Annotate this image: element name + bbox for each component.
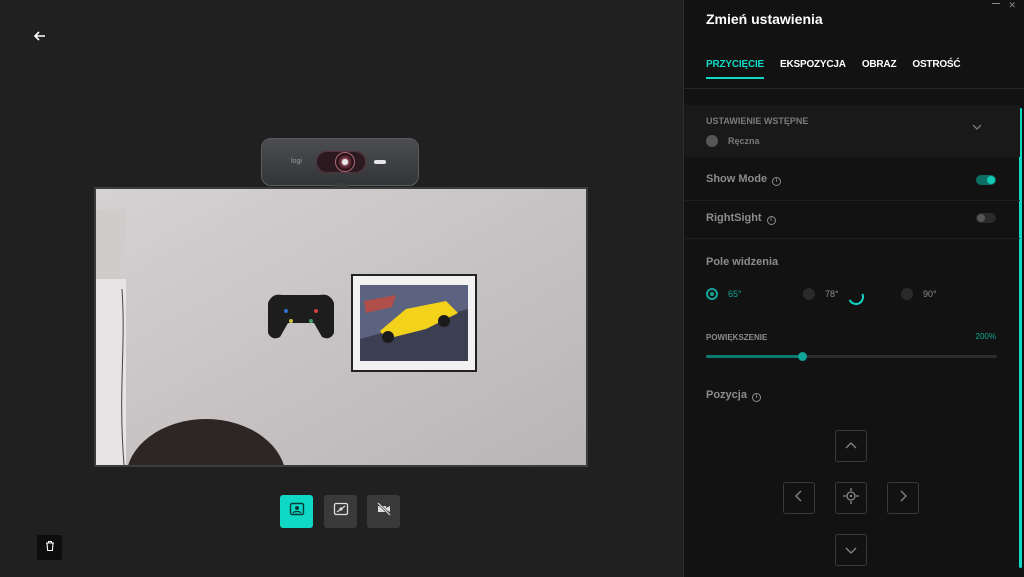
tabs-divider (684, 88, 1024, 89)
divider (684, 238, 1020, 239)
tab-image[interactable]: OBRAZ (862, 59, 897, 79)
rightsight-toggle[interactable] (976, 213, 996, 223)
position-label: Pozycja (706, 389, 747, 401)
preset-indicator (706, 135, 718, 147)
zoom-slider-fill (706, 355, 803, 358)
tab-crop[interactable]: PRZYCIĘCIE (706, 59, 764, 79)
webcam-illustration: logi (261, 138, 419, 189)
settings-panel: ✕ Zmień ustawienia PRZYCIĘCIE EKSPOZYCJA… (683, 0, 1024, 577)
preset-dropdown[interactable]: USTAWIENIE WSTĘPNE Ręczna (684, 105, 1020, 157)
portrait-frame-icon (289, 502, 305, 521)
chevron-up-icon (845, 437, 857, 455)
loading-spinner-icon (845, 286, 867, 308)
info-icon[interactable]: i (766, 216, 776, 225)
zoom-slider[interactable] (706, 352, 997, 361)
preset-label: USTAWIENIE WSTĘPNE (706, 116, 809, 126)
preset-value: Ręczna (728, 136, 760, 146)
chevron-right-icon (899, 489, 907, 507)
camera-logo: logi (291, 158, 302, 165)
radio-selected (706, 288, 718, 300)
show-mode-view-button[interactable] (280, 495, 313, 528)
pan-up-button[interactable] (835, 430, 867, 462)
rightsight-label: RightSight (706, 212, 762, 224)
pan-right-button[interactable] (887, 482, 919, 514)
info-icon[interactable]: i (751, 393, 761, 402)
zoom-label: POWIĘKSZENIE (706, 333, 768, 342)
chevron-left-icon (795, 489, 803, 507)
close-icon[interactable]: ✕ (1008, 0, 1016, 11)
preview-pane: logi (0, 0, 683, 577)
chevron-down-icon[interactable] (972, 123, 982, 134)
camera-light (374, 160, 386, 164)
fov-label: Pole widzenia (706, 256, 779, 268)
zoom-value: 200% (975, 332, 996, 341)
panel-scrollbar[interactable] (1019, 108, 1022, 568)
fov-option-90[interactable]: 90° (901, 288, 937, 300)
trash-icon (44, 539, 56, 557)
settings-tabs: PRZYCIĘCIE EKSPOZYCJA OBRAZ OSTROŚĆ (706, 59, 961, 79)
position-row: Pozycja i (706, 389, 761, 402)
pan-left-button[interactable] (783, 482, 815, 514)
show-mode-row: Show Mode i (706, 173, 782, 186)
camera-off-frame-icon (333, 502, 349, 521)
fov-option-label: 78° (825, 289, 839, 299)
pan-down-button[interactable] (835, 534, 867, 566)
minimize-button[interactable] (992, 3, 1000, 4)
camera-lens (335, 152, 355, 172)
privacy-shutter-button[interactable] (324, 495, 357, 528)
fov-option-78[interactable]: 78° (803, 288, 839, 300)
tab-exposure[interactable]: EKSPOZYCJA (780, 59, 846, 79)
info-icon[interactable]: i (772, 177, 782, 186)
show-mode-label: Show Mode (706, 173, 768, 185)
crosshair-icon (843, 487, 859, 509)
fov-option-label: 65° (728, 289, 742, 299)
zoom-slider-thumb[interactable] (798, 352, 808, 361)
mute-video-button[interactable] (367, 495, 400, 528)
tab-focus[interactable]: OSTROŚĆ (912, 59, 960, 79)
video-off-icon (376, 502, 392, 521)
fov-option-65[interactable]: 65° (706, 288, 742, 300)
center-position-button[interactable] (835, 482, 867, 514)
camera-preview (94, 187, 588, 467)
show-mode-toggle[interactable] (976, 175, 996, 185)
radio-unselected (803, 288, 815, 300)
fov-option-label: 90° (923, 289, 937, 299)
panel-title: Zmień ustawienia (706, 11, 823, 27)
camera-lens-bar (316, 151, 366, 173)
divider (684, 200, 1020, 201)
reset-trash-button[interactable] (37, 535, 62, 560)
radio-unselected (901, 288, 913, 300)
rightsight-row: RightSight i (706, 212, 776, 225)
back-arrow-icon[interactable] (30, 26, 50, 46)
chevron-down-icon (845, 541, 857, 559)
